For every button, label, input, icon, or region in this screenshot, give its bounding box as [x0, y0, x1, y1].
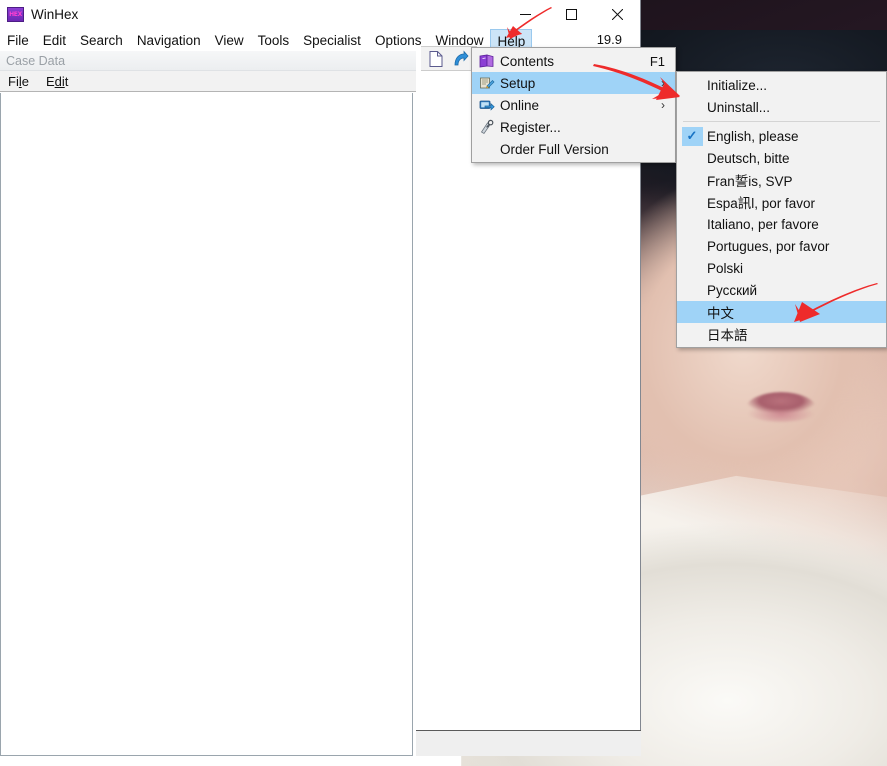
setup-icon	[472, 72, 500, 94]
setup-item-deutsch[interactable]: Deutsch, bitte	[677, 147, 886, 169]
menu-file[interactable]: File	[0, 29, 36, 51]
case-data-panel: Case Data File Edit	[0, 51, 416, 756]
book-icon	[472, 50, 500, 72]
menu-specialist[interactable]: Specialist	[296, 29, 368, 51]
arrow-pointing-to-chinese-item	[790, 282, 882, 324]
case-data-menu-bar: File Edit	[0, 71, 416, 92]
setup-item-english[interactable]: ✓ English, please	[677, 125, 886, 147]
case-menu-file[interactable]: File	[8, 74, 29, 89]
setup-item-espanol[interactable]: Espa訊l, por favor	[677, 191, 886, 213]
menu-gutter-empty	[677, 257, 707, 279]
menu-gutter-empty	[677, 213, 707, 235]
menu-gutter-empty	[677, 323, 707, 345]
setup-label-espanol: Espa訊l, por favor	[707, 192, 886, 212]
setup-label-deutsch: Deutsch, bitte	[707, 151, 886, 166]
arrow-pointing-to-setup-item	[588, 62, 684, 102]
arrow-pointing-to-help-menu	[500, 6, 554, 40]
setup-item-polski[interactable]: Polski	[677, 257, 886, 279]
setup-item-uninstall[interactable]: Uninstall...	[677, 96, 886, 118]
setup-item-japanese[interactable]: 日本語	[677, 323, 886, 345]
setup-label-polski: Polski	[707, 261, 886, 276]
menu-navigation[interactable]: Navigation	[130, 29, 208, 51]
menu-gutter-empty	[677, 191, 707, 213]
setup-label-english: English, please	[707, 129, 886, 144]
setup-item-portugues[interactable]: Portugues, por favor	[677, 235, 886, 257]
online-icon	[472, 94, 500, 116]
blue-arrow-icon[interactable]	[451, 50, 469, 68]
version-label: 19.9	[597, 32, 622, 47]
setup-label-portugues: Portugues, por favor	[707, 239, 886, 254]
maximize-button[interactable]	[548, 0, 594, 29]
menu-gutter-empty	[677, 279, 707, 301]
menu-gutter-empty	[677, 169, 707, 191]
case-menu-edit[interactable]: Edit	[46, 74, 68, 89]
window-title: WinHex	[31, 7, 78, 22]
help-menu-item-order-full-version[interactable]: Order Full Version	[472, 138, 675, 160]
case-data-title: Case Data	[0, 51, 416, 71]
menu-options[interactable]: Options	[368, 29, 429, 51]
close-button[interactable]	[594, 0, 640, 29]
help-menu-item-register[interactable]: Register...	[472, 116, 675, 138]
new-file-icon[interactable]	[427, 50, 445, 68]
menu-gutter-empty	[677, 147, 707, 169]
menu-tools[interactable]: Tools	[251, 29, 297, 51]
menu-view[interactable]: View	[208, 29, 251, 51]
menu-search[interactable]: Search	[73, 29, 130, 51]
menu-edit[interactable]: Edit	[36, 29, 73, 51]
checkmark-highlight: ✓	[682, 127, 703, 146]
app-icon-hex-glyph: HEX	[9, 12, 22, 18]
register-icon	[472, 116, 500, 138]
help-menu-label-register: Register...	[500, 120, 675, 135]
setup-label-initialize: Initialize...	[707, 78, 886, 93]
menu-gutter-empty	[677, 301, 707, 323]
wallpaper-lips	[745, 392, 817, 422]
help-menu-label-order-full-version: Order Full Version	[500, 142, 675, 157]
menu-gutter-empty	[677, 235, 707, 257]
checkmark-icon: ✓	[677, 125, 707, 147]
setup-label-italiano: Italiano, per favore	[707, 217, 886, 232]
setup-label-francais: Fran誓is, SVP	[707, 170, 886, 190]
menu-gutter-empty	[472, 138, 500, 160]
winhex-app-icon: HEX	[7, 7, 24, 22]
setup-item-italiano[interactable]: Italiano, per favore	[677, 213, 886, 235]
setup-item-initialize[interactable]: Initialize...	[677, 74, 886, 96]
case-data-tree[interactable]	[0, 93, 413, 756]
menu-separator	[683, 121, 880, 122]
setup-item-francais[interactable]: Fran誓is, SVP	[677, 169, 886, 191]
setup-label-uninstall: Uninstall...	[707, 100, 886, 115]
setup-label-japanese: 日本語	[707, 324, 886, 344]
toolbar	[421, 46, 477, 71]
